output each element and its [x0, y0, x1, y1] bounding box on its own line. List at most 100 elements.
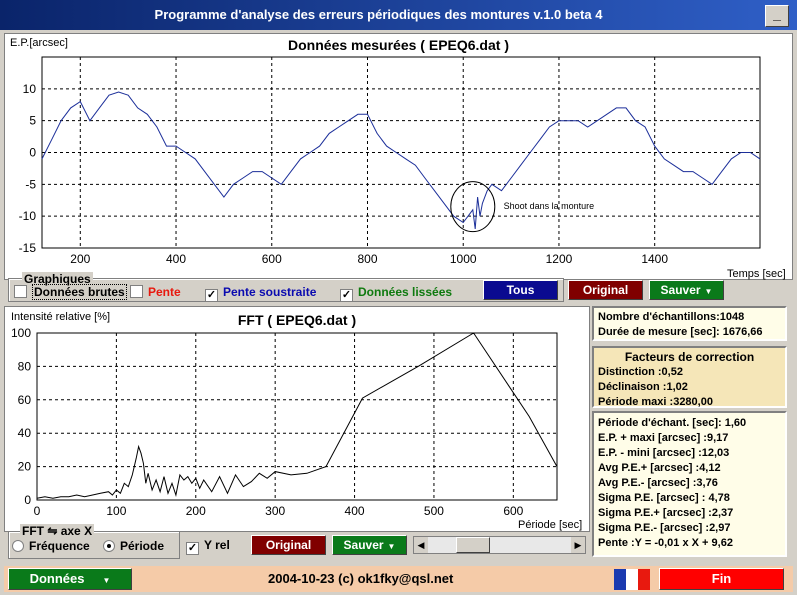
dropdown-arrow-icon: ▼ [387, 542, 396, 551]
fft-sauver-button[interactable]: Sauver ▼ [332, 535, 407, 555]
measured-data-panel: 200 400 600 800 1000 1200 1400 10 5 0 -5 -10 -15 E.P… [4, 33, 793, 280]
sauver-label: Sauver [343, 538, 384, 552]
checkbox-pente[interactable]: Pente [130, 285, 181, 299]
chart-title: Données mesurées ( EPEQ6.dat ) [288, 37, 509, 53]
checkbox-box[interactable] [14, 285, 27, 298]
x-tick-label: 100 [106, 504, 126, 518]
sauver-button[interactable]: Sauver ▼ [649, 280, 724, 300]
checkbox-label: Données brutes [32, 284, 127, 300]
scroll-thumb[interactable] [456, 537, 490, 553]
x-tick-label: 200 [186, 504, 206, 518]
sauver-label: Sauver [660, 283, 701, 297]
fft-scrollbar[interactable]: ◀ ▶ [413, 536, 586, 554]
x-tick-label: 600 [262, 252, 282, 266]
radio-frequence[interactable]: Fréquence [12, 539, 90, 553]
statistics-box: Période d'échant. [sec]: 1,60 E.P. + max… [592, 411, 787, 557]
original-button[interactable]: Original [568, 280, 643, 300]
stat-item: Période d'échant. [sec]: 1,60 [598, 417, 747, 429]
checkbox-label: Pente [148, 285, 181, 299]
plot-area [36, 332, 558, 501]
stat-item: Sigma P.E.+ [arcsec] :2,37 [598, 507, 734, 519]
checkbox-donnees-brutes[interactable]: Données brutes [14, 284, 127, 300]
chart-title: FFT ( EPEQ6.dat ) [237, 312, 357, 328]
x-tick-label: 400 [345, 504, 365, 518]
y-tick-label: 60 [18, 393, 32, 407]
shoot-annotation: Shoot dans la monture [503, 200, 595, 211]
fin-button[interactable]: Fin [659, 568, 784, 590]
radio-label: Période [120, 539, 165, 553]
dropdown-arrow-icon: ▼ [704, 287, 713, 296]
measure-duration: Durée de mesure [sec]: 1676,66 [598, 326, 763, 338]
fft-chart: 0 100 200 300 400 500 600100806040200 [11, 326, 558, 518]
donnees-label: Données [29, 571, 85, 586]
x-tick-label: 300 [265, 504, 285, 518]
y-tick-label: 80 [18, 359, 32, 373]
checkbox-box[interactable] [130, 285, 143, 298]
stat-item: E.P. + maxi [arcsec] :9,17 [598, 432, 729, 444]
stat-item: E.P. - mini [arcsec] :12,03 [598, 447, 730, 459]
x-tick-label: 600 [503, 504, 523, 518]
checkbox-label: Pente soustraite [223, 285, 317, 299]
y-tick-label: -15 [19, 241, 37, 255]
correction-title: Facteurs de correction [624, 350, 755, 364]
measured-data-chart: 200 400 600 800 1000 1200 1400 10 5 0 -5 -10 -15 [19, 56, 761, 266]
y-tick-label: 0 [24, 493, 31, 507]
donnees-button[interactable]: Données ▼ [8, 568, 132, 590]
x-tick-label: 1200 [546, 252, 573, 266]
stat-item: Avg P.E.- [arcsec] :3,76 [598, 477, 718, 489]
y-tick-label: 5 [29, 114, 36, 128]
checkbox-box[interactable]: ✓ [340, 289, 353, 302]
plot-area [41, 56, 761, 249]
fft-original-button[interactable]: Original [251, 535, 326, 555]
checkbox-yrel[interactable]: ✓ Y rel [186, 538, 230, 555]
checkbox-donnees-lissees[interactable]: ✓ Données lissées [340, 285, 452, 302]
periode-maxi-value: Période maxi :3280,00 [598, 396, 713, 408]
y-tick-label: 10 [23, 82, 37, 96]
minimize-button[interactable]: _ [765, 5, 789, 27]
y-tick-label: 20 [18, 460, 32, 474]
checkbox-label: Y rel [204, 538, 230, 552]
samples-info-box: Nombre d'échantillons:1048 Durée de mesu… [592, 306, 787, 341]
title-bar: Programme d'analyse des erreurs périodiq… [0, 0, 797, 30]
checkbox-label: Données lissées [358, 285, 453, 299]
scroll-right-icon[interactable]: ▶ [571, 537, 585, 553]
x-tick-label: 1400 [641, 252, 668, 266]
x-tick-label: 800 [357, 252, 377, 266]
stat-item: Sigma P.E.- [arcsec] :2,97 [598, 522, 731, 534]
distinction-value: Distinction :0,52 [598, 366, 683, 378]
x-tick-label: 0 [34, 504, 41, 518]
y-tick-label: -10 [19, 209, 37, 223]
y-tick-label: 0 [29, 146, 36, 160]
status-bar: Données ▼ 2004-10-23 (c) ok1fky@qsl.net F… [4, 566, 793, 592]
x-tick-label: 500 [424, 504, 444, 518]
samples-count: Nombre d'échantillons:1048 [598, 311, 745, 323]
y-tick-label: 40 [18, 426, 32, 440]
stat-item: Pente :Y = -0,01 x X + 9,62 [598, 537, 733, 549]
y-tick-label: -5 [25, 177, 36, 191]
x-tick-label: 200 [70, 252, 90, 266]
x-tick-label: 1000 [450, 252, 477, 266]
y-tick-label: 100 [11, 326, 31, 340]
fft-axis-group-label: FFT ⇋ axe X [20, 524, 95, 538]
x-tick-label: 400 [166, 252, 186, 266]
dropdown-arrow-icon: ▼ [102, 576, 111, 585]
radio-button[interactable] [12, 540, 24, 552]
x-axis-label: Temps [sec] [727, 268, 786, 280]
declinaison-value: Déclinaison :1,02 [598, 381, 688, 393]
radio-periode[interactable]: Période [103, 539, 164, 553]
x-axis-label: Période [sec] [518, 519, 583, 531]
credits-text: 2004-10-23 (c) ok1fky@qsl.net [268, 571, 454, 586]
radio-button[interactable] [103, 540, 115, 552]
checkbox-pente-soustraite[interactable]: ✓ Pente soustraite [205, 285, 316, 302]
stat-item: Avg P.E.+ [arcsec] :4,12 [598, 462, 721, 474]
checkbox-box[interactable]: ✓ [186, 542, 199, 555]
correction-factors-box: Facteurs de correction Distinction :0,52… [592, 346, 787, 408]
window-title: Programme d'analyse des erreurs périodiq… [154, 7, 603, 22]
fft-panel: 0 100 200 300 400 500 600 100 80 60 40 20 0 Intensit… [4, 306, 590, 532]
radio-label: Fréquence [29, 539, 90, 553]
checkbox-box[interactable]: ✓ [205, 289, 218, 302]
french-flag-icon[interactable] [614, 569, 650, 590]
scroll-left-icon[interactable]: ◀ [414, 537, 428, 553]
tous-button[interactable]: Tous [483, 280, 558, 300]
stat-item: Sigma P.E. [arcsec] : 4,78 [598, 492, 730, 504]
